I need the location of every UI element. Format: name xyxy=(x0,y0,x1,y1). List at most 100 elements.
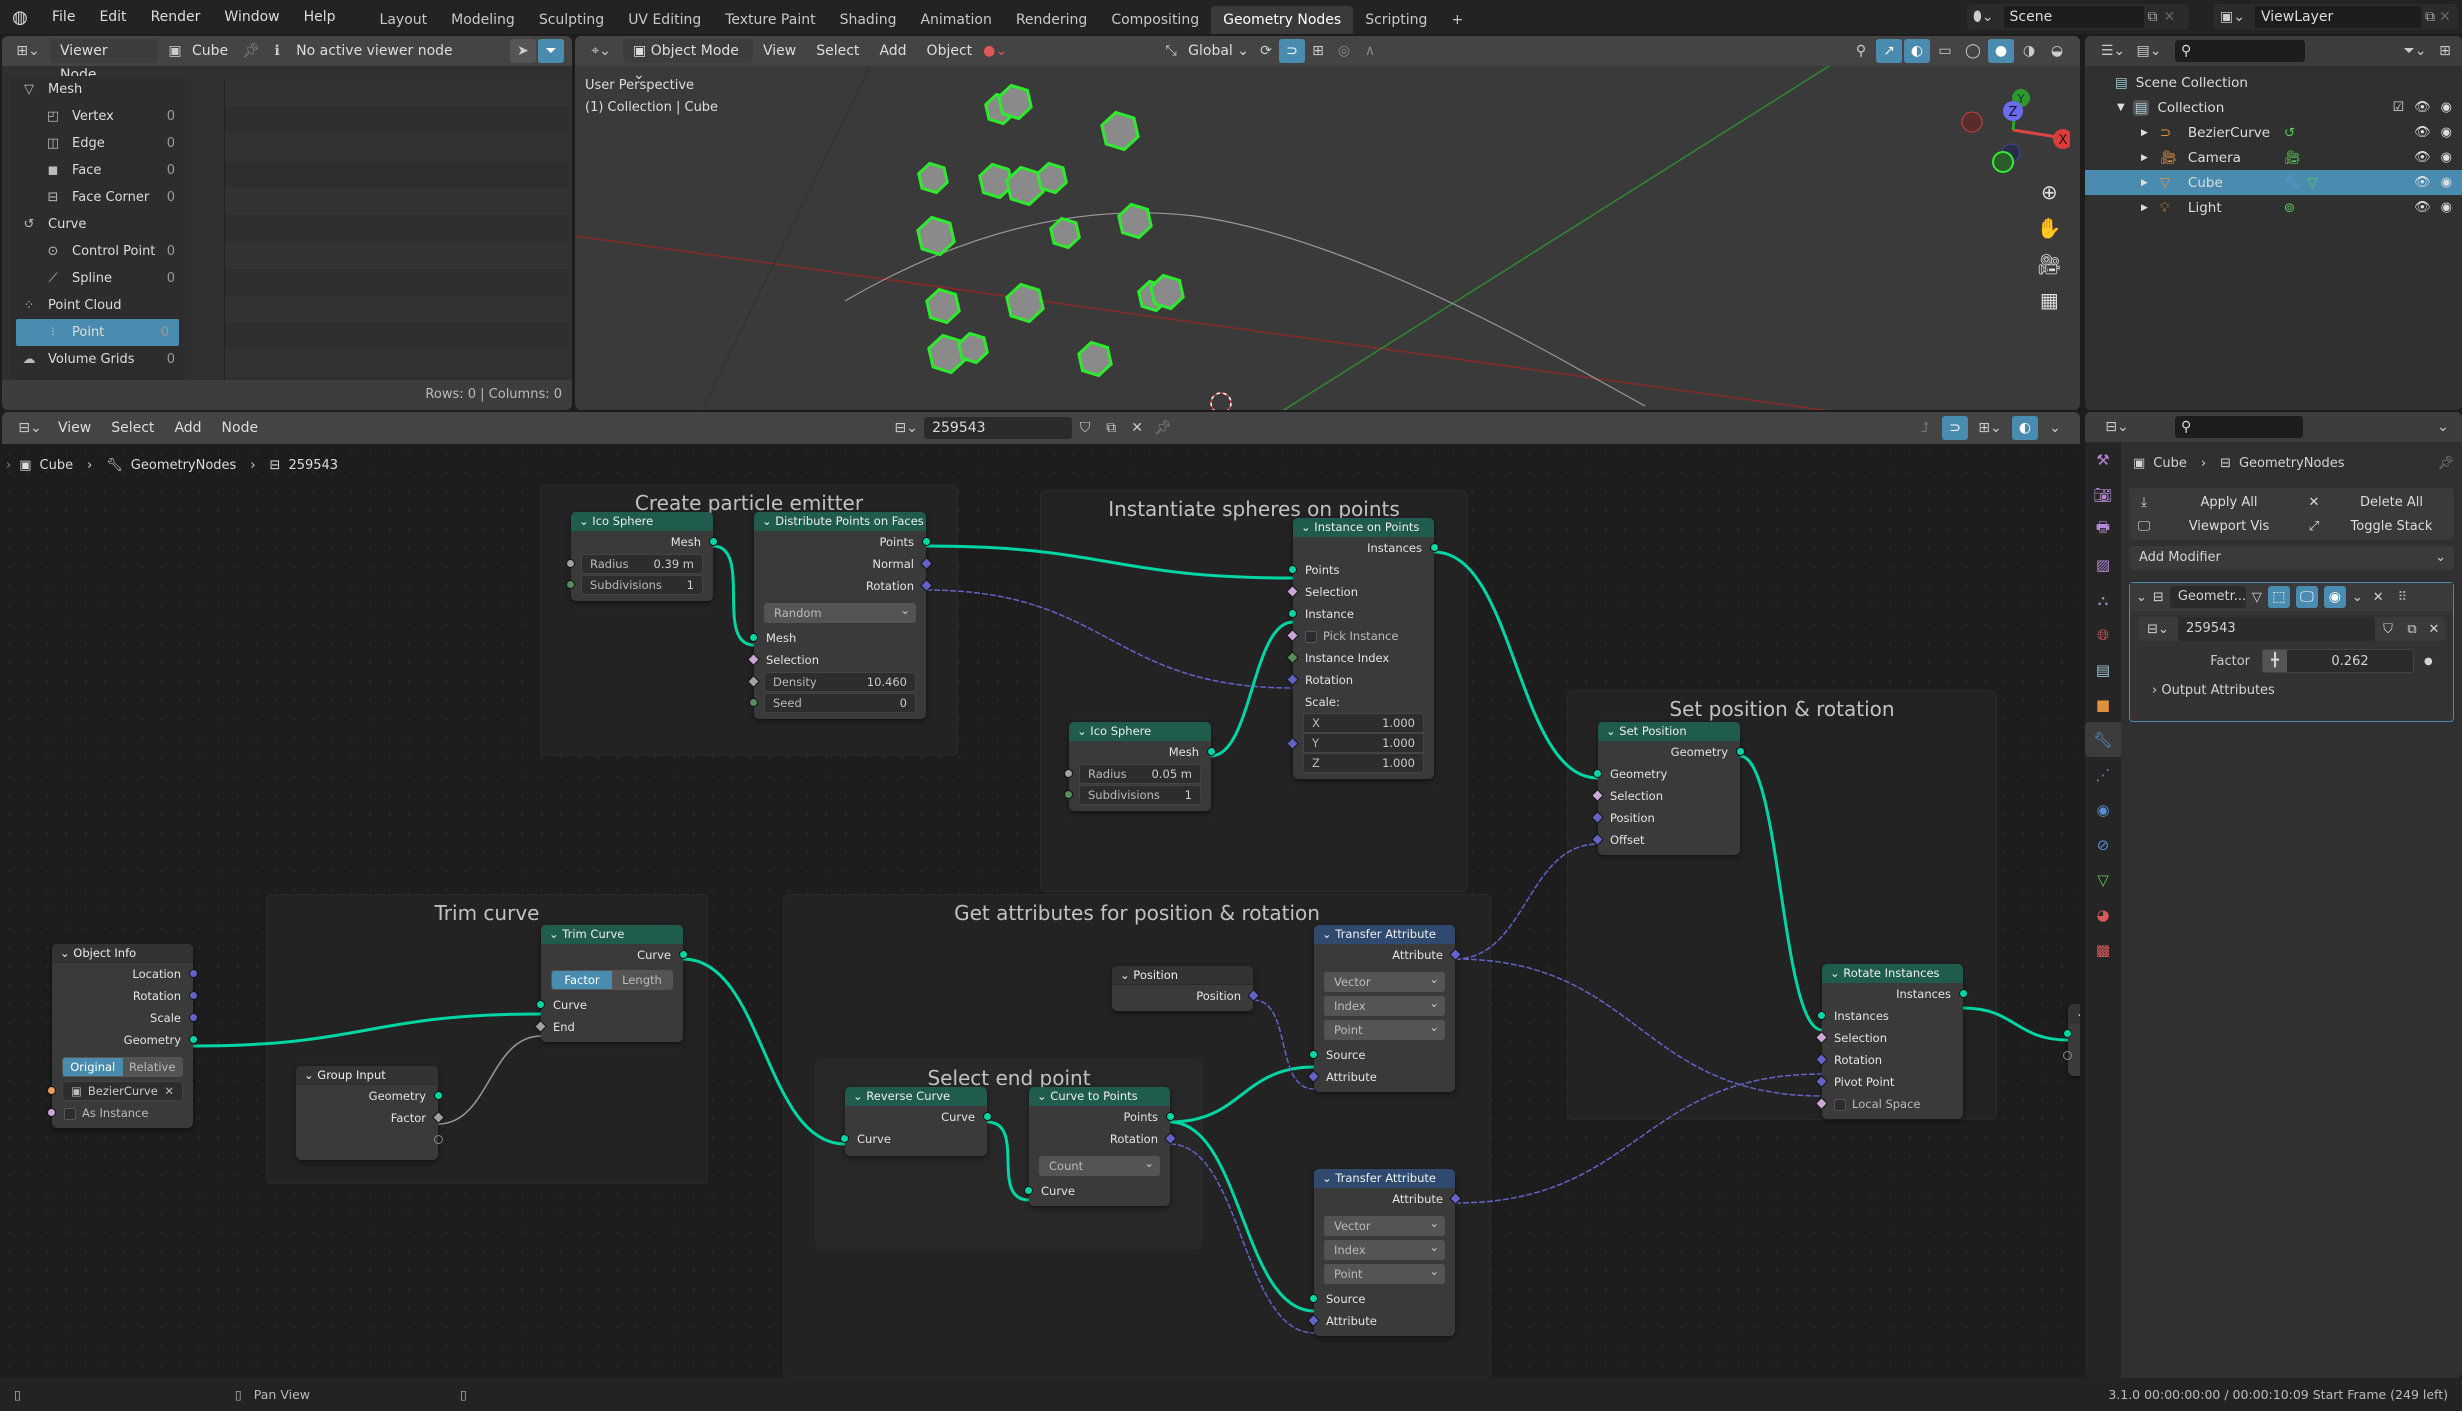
node-ico-sphere-small[interactable]: ⌄ Ico Sphere Mesh Radius 0.05 m Subdivisi… xyxy=(1064,722,1216,811)
expand-arrow-icon[interactable]: ▶ xyxy=(2141,153,2148,163)
node-menu-select[interactable]: Select xyxy=(101,420,164,436)
socket-subdivisions-in[interactable] xyxy=(566,580,575,589)
rendered-shading-icon[interactable]: ◒ xyxy=(2044,39,2070,63)
copy-view-layer-icon[interactable]: ⧉ xyxy=(2425,9,2435,25)
node-header[interactable]: ⌄ Ico Sphere xyxy=(571,512,713,531)
keyframe-dot-icon[interactable]: ● xyxy=(2424,656,2433,667)
visibility-icon[interactable]: ⚲ xyxy=(1848,39,1874,63)
socket-curve-in[interactable] xyxy=(840,1134,849,1143)
properties-editor-type-icon[interactable]: ⊟⌄ xyxy=(2099,415,2135,439)
node-ico-sphere[interactable]: ⌄ Ico Sphere Mesh Radius 0.39 m Subdivisi… xyxy=(566,512,718,601)
link-factor-to-end[interactable] xyxy=(437,1035,542,1125)
link-reverse-to-c2p[interactable] xyxy=(986,1120,1030,1202)
socket-scale-out[interactable] xyxy=(189,1013,198,1022)
ortho-grid-icon[interactable]: ▦ xyxy=(2040,288,2059,312)
node-header[interactable]: ⌄ Object Info xyxy=(52,944,193,963)
node-header[interactable]: ⌄ Group Input xyxy=(296,1066,438,1085)
camera-data-icon[interactable]: 🎥︎ xyxy=(2284,150,2301,166)
data-set-point[interactable]: ⁝ Point 0 xyxy=(16,319,179,346)
data-set-curve[interactable]: ↺ Curve xyxy=(10,211,185,238)
cage-icon[interactable]: ⬚ xyxy=(2267,586,2290,608)
factor-field[interactable]: ╋ 0.262 xyxy=(2262,649,2414,673)
show-viewport-icon[interactable]: 🖵 xyxy=(2295,586,2318,608)
domain-dropdown[interactable]: Point xyxy=(1324,1017,1445,1040)
socket-points-in[interactable] xyxy=(1288,565,1297,574)
data-type-dropdown[interactable]: Vector xyxy=(1324,969,1445,992)
socket-geometry-out[interactable] xyxy=(1736,747,1745,756)
remove-modifier-icon[interactable]: ✕ xyxy=(2373,590,2384,605)
data-set-vertex[interactable]: ◰ Vertex 0 xyxy=(10,103,185,130)
node-menu-node[interactable]: Node xyxy=(212,420,269,436)
socket-curve-out[interactable] xyxy=(679,950,688,959)
attribute-toggle-icon[interactable]: ╋ xyxy=(2263,650,2287,672)
expand-arrow-icon[interactable]: ▶ xyxy=(2141,178,2148,188)
node-overlay-icon[interactable]: ◐ xyxy=(2012,416,2038,440)
seed-field[interactable]: Seed 0 xyxy=(749,693,916,713)
node-transfer-attribute[interactable]: ⌄ Transfer Attribute Attribute Vector In… xyxy=(1307,925,1462,1092)
gizmo-neg-x[interactable] xyxy=(1961,111,1983,133)
outliner-search-input[interactable]: ⚲ xyxy=(2175,40,2305,62)
radius-field[interactable]: Radius 0.39 m xyxy=(566,554,703,574)
link-object-geometry-to-trim[interactable] xyxy=(192,1012,542,1048)
physics-tab-icon[interactable]: ◉ xyxy=(2085,792,2121,827)
socket-subdivisions-in[interactable] xyxy=(1064,790,1073,799)
viewer-node-dropdown[interactable]: Viewer Node xyxy=(50,39,158,83)
node-set-position[interactable]: ⌄ Set Position Geometry Geometry Selecti… xyxy=(1591,722,1745,855)
menu-render[interactable]: Render xyxy=(139,0,213,34)
scene-selector[interactable]: ⬮⌄ Scene ⧉ ✕ xyxy=(1967,4,2189,30)
factor-option[interactable]: Factor xyxy=(552,971,612,989)
material-shading-icon[interactable]: ◑ xyxy=(2016,39,2042,63)
node-transfer-attribute-rotation[interactable]: ⌄ Transfer Attribute Attribute Vector In… xyxy=(1307,1169,1462,1336)
socket-curve-out[interactable] xyxy=(983,1112,992,1121)
material-tab-icon[interactable]: ◕ xyxy=(2085,897,2121,932)
outliner-editor-type-icon[interactable]: ☰⌄ xyxy=(2095,39,2131,63)
render-camera-icon[interactable]: ◉ xyxy=(2441,200,2452,215)
node-header[interactable]: ⌄ Rotate Instances xyxy=(1822,964,1963,983)
socket-object-in[interactable] xyxy=(47,1086,56,1095)
socket-geometry-in[interactable] xyxy=(2063,1029,2072,1038)
data-tab-icon[interactable]: ▽ xyxy=(2085,862,2121,897)
output-tab-icon[interactable]: 🖶 xyxy=(2085,512,2121,547)
unlink-tree-icon[interactable]: ✕ xyxy=(1124,416,1150,440)
scene-name[interactable]: Scene xyxy=(2003,6,2144,28)
node-menu-view[interactable]: View xyxy=(48,420,101,436)
node-header[interactable]: ⌄ Ico Sphere xyxy=(1069,722,1211,741)
fake-user-shield-icon[interactable]: ⛉ xyxy=(2375,622,2401,637)
mesh-data-icon[interactable]: ▽ xyxy=(2307,175,2317,191)
link-icosphere-to-instance[interactable] xyxy=(1210,620,1294,758)
edit-mode-icon[interactable]: ▽ xyxy=(2252,590,2262,605)
xray-icon[interactable]: ▭ xyxy=(1932,39,1958,63)
solid-shading-icon[interactable]: ● xyxy=(1988,39,2014,63)
data-set-volume-grids[interactable]: ☁ Volume Grids 0 xyxy=(10,346,185,373)
render-camera-icon[interactable]: ◉ xyxy=(2441,150,2452,165)
collapse-chevron-icon[interactable]: ⌄ xyxy=(2136,590,2147,605)
expand-arrow-icon[interactable]: ▼ xyxy=(2117,102,2125,113)
menu-window[interactable]: Window xyxy=(212,0,291,34)
data-type-dropdown[interactable]: Vector xyxy=(1324,1213,1445,1236)
delete-all-button[interactable]: ✕ Delete All xyxy=(2299,495,2454,510)
socket-empty-in[interactable] xyxy=(2063,1051,2072,1060)
data-set-spline[interactable]: ⟋ Spline 0 xyxy=(10,265,185,292)
tab-rendering[interactable]: Rendering xyxy=(1004,6,1100,34)
node-object-info[interactable]: ⌄ Object Info Location Rotation Scale Ge… xyxy=(47,944,198,1128)
outliner-item-cube[interactable]: ▶ ▽ Cube 🔧︎ ▽ 👁︎ ◉ xyxy=(2085,170,2462,195)
socket-geometry-in[interactable] xyxy=(1593,769,1602,778)
socket-radius-in[interactable] xyxy=(1064,769,1073,778)
light-data-icon[interactable]: ⊚ xyxy=(2284,200,2295,216)
pivot-icon[interactable]: ⟳ xyxy=(1253,39,1279,63)
drag-handle-icon[interactable]: ⠿ xyxy=(2398,590,2408,605)
data-set-face[interactable]: ◼ Face 0 xyxy=(10,157,185,184)
node-group-name-field[interactable]: 259543 xyxy=(2178,617,2375,641)
tab-sculpting[interactable]: Sculpting xyxy=(527,6,616,34)
node-header[interactable]: ⌄ Curve to Points xyxy=(1029,1087,1170,1106)
node-group-input[interactable]: ⌄ Group Input Geometry Factor xyxy=(296,1066,445,1160)
distribute-method-dropdown[interactable]: Random xyxy=(764,600,916,623)
eye-icon[interactable]: 👁︎ xyxy=(2414,125,2431,140)
tool-tab-icon[interactable]: ⚒ xyxy=(2085,442,2121,477)
node-menu-add[interactable]: Add xyxy=(164,420,211,436)
mapping-dropdown[interactable]: Index xyxy=(1324,1237,1445,1260)
snap-icon[interactable]: ⊃ xyxy=(1279,39,1306,63)
pin-icon[interactable]: 📌︎ xyxy=(238,39,264,63)
modifier-menu-chevron-icon[interactable]: ⌄ xyxy=(2352,590,2363,605)
original-option[interactable]: Original xyxy=(63,1058,123,1076)
